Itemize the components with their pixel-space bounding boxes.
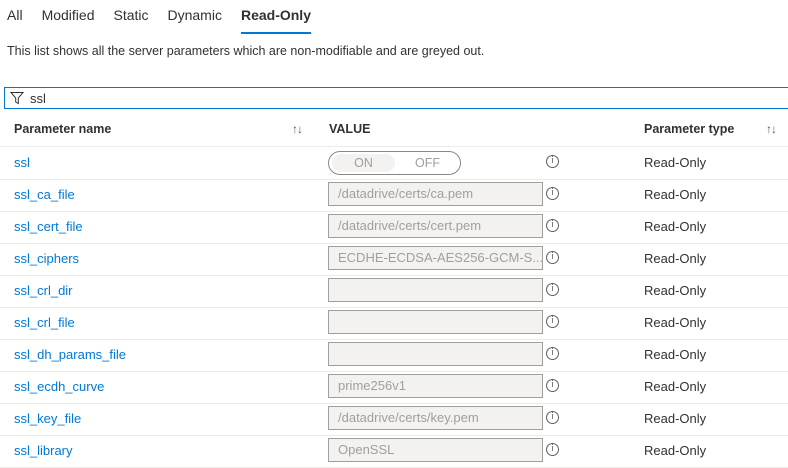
info-icon[interactable]: i (546, 219, 559, 232)
info-icon[interactable]: i (546, 443, 559, 456)
column-header-value: VALUE (329, 122, 371, 136)
column-header-type[interactable]: Parameter type (644, 122, 734, 136)
sort-name-icon[interactable]: ↑↓ (292, 122, 303, 136)
parameter-name-link[interactable]: ssl_cert_file (14, 219, 83, 234)
filter-input[interactable] (30, 90, 630, 106)
parameter-type: Read-Only (644, 443, 707, 458)
filter-icon (10, 90, 26, 106)
parameter-value-field: /datadrive/certs/ca.pem (328, 182, 543, 206)
parameter-type: Read-Only (644, 315, 707, 330)
parameter-type: Read-Only (644, 155, 707, 170)
info-icon[interactable]: i (546, 187, 559, 200)
info-icon[interactable]: i (546, 251, 559, 264)
info-icon[interactable]: i (546, 379, 559, 392)
table-row: ssl_ciphers ECDHE-ECDSA-AES256-GCM-S... i R… (0, 243, 788, 276)
column-header-name[interactable]: Parameter name (14, 122, 111, 136)
parameter-value-field: /datadrive/certs/cert.pem (328, 214, 543, 238)
parameter-name-link[interactable]: ssl_dh_params_file (14, 347, 126, 362)
parameter-name-link[interactable]: ssl_ecdh_curve (14, 379, 104, 394)
tab-modified[interactable]: Modified (42, 0, 95, 34)
parameter-value-field: prime256v1 (328, 374, 543, 398)
parameter-name-link[interactable]: ssl_crl_file (14, 315, 75, 330)
parameter-value-field: ECDHE-ECDSA-AES256-GCM-S... (328, 246, 543, 270)
info-icon[interactable]: i (546, 283, 559, 296)
table-row: ssl_dh_params_file i Read-Only (0, 339, 788, 372)
parameter-name-link[interactable]: ssl (14, 155, 30, 170)
info-icon[interactable]: i (546, 347, 559, 360)
parameter-value-field (328, 278, 543, 302)
parameter-value-field (328, 342, 543, 366)
info-icon[interactable]: i (546, 411, 559, 424)
parameter-type: Read-Only (644, 347, 707, 362)
table-row: ssl_crl_dir i Read-Only (0, 275, 788, 308)
table-row: ssl_crl_file i Read-Only (0, 307, 788, 340)
table-row: ssl_ca_file/datadrive/certs/ca.pem i Read-… (0, 179, 788, 212)
table-row: ssl ON OFF i Read-Only (0, 147, 788, 180)
filter-box[interactable] (4, 87, 788, 109)
parameter-value-field: OpenSSL (328, 438, 543, 462)
table-row: ssl_ecdh_curve prime256v1 i Read-Only (0, 371, 788, 404)
parameter-type: Read-Only (644, 379, 707, 394)
parameter-value-field: /datadrive/certs/key.pem (328, 406, 543, 430)
parameter-value-field (328, 310, 543, 334)
parameter-name-link[interactable]: ssl_library (14, 443, 73, 458)
info-icon[interactable]: i (546, 155, 559, 168)
sort-type-icon[interactable]: ↑↓ (766, 122, 777, 136)
parameter-name-link[interactable]: ssl_ca_file (14, 187, 75, 202)
table-header: Parameter name ↑↓ VALUE Parameter type ↑… (0, 114, 788, 147)
on-off-toggle[interactable]: ON OFF (328, 151, 461, 175)
tab-all[interactable]: All (7, 0, 23, 34)
parameter-name-link[interactable]: ssl_key_file (14, 411, 81, 426)
toggle-on-option[interactable]: ON (332, 154, 395, 172)
tab-dynamic[interactable]: Dynamic (168, 0, 222, 34)
table-row: ssl_key_file/datadrive/certs/key.pem i Rea… (0, 403, 788, 436)
table-row: ssl_library OpenSSL i Read-Only (0, 435, 788, 468)
parameter-type: Read-Only (644, 283, 707, 298)
parameter-type: Read-Only (644, 411, 707, 426)
table-row: ssl_cert_file/datadrive/certs/cert.pem i R… (0, 211, 788, 244)
tab-read-only[interactable]: Read-Only (240, 0, 311, 34)
tab-bar: All Modified Static Dynamic Read-Only (0, 0, 323, 34)
toggle-off-option[interactable]: OFF (415, 154, 440, 172)
tab-static[interactable]: Static (113, 0, 148, 34)
info-icon[interactable]: i (546, 315, 559, 328)
parameter-name-link[interactable]: ssl_ciphers (14, 251, 79, 266)
parameter-type: Read-Only (644, 219, 707, 234)
parameter-name-link[interactable]: ssl_crl_dir (14, 283, 73, 298)
page-description: This list shows all the server parameter… (7, 44, 485, 58)
parameter-type: Read-Only (644, 251, 707, 266)
parameter-type: Read-Only (644, 187, 707, 202)
